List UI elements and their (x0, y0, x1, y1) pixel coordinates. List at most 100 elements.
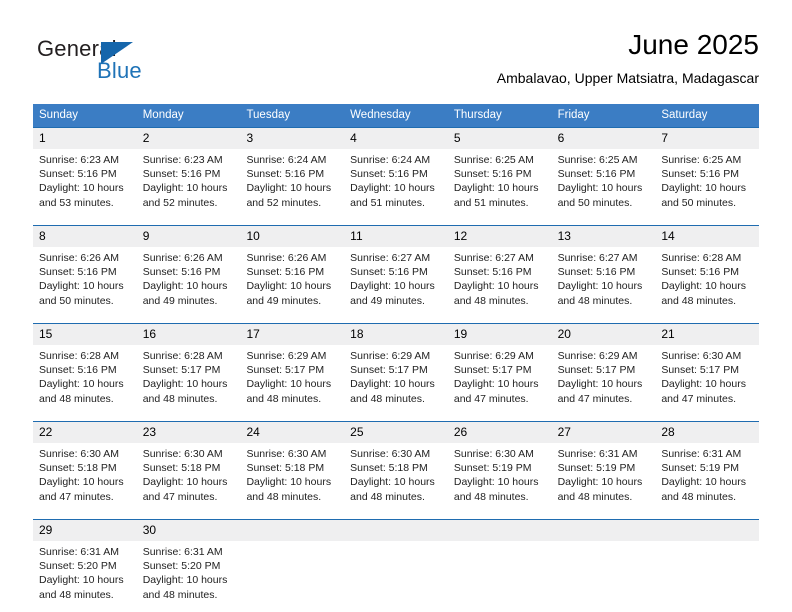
day-cell-16[interactable]: 16 Sunrise: 6:28 AM Sunset: 5:17 PM Dayligh… (136, 324, 241, 407)
day-details: Sunrise: 6:29 AM Sunset: 5:17 PM Daylight:… (448, 345, 552, 407)
sunset-text: Sunset: 5:18 PM (142, 462, 221, 475)
daylight-text: Daylight: 10 hours and 48 minutes. (453, 476, 539, 503)
day-cell-24[interactable]: 24 Sunrise: 6:30 AM Sunset: 5:18 PM Dayligh… (240, 422, 345, 505)
day-cell-14[interactable]: 14 Sunrise: 6:28 AM Sunset: 5:16 PM Dayligh… (655, 226, 760, 309)
weekday-header-monday: Monday (142, 109, 184, 121)
day-number: 25 (344, 422, 448, 443)
day-number: 30 (136, 520, 241, 541)
day-cell-28[interactable]: 28 Sunrise: 6:31 AM Sunset: 5:19 PM Dayligh… (655, 422, 760, 505)
day-details: Sunrise: 6:28 AM Sunset: 5:17 PM Daylight:… (137, 345, 241, 407)
daylight-text: Daylight: 10 hours and 51 minutes. (453, 182, 539, 209)
day-cell-11[interactable]: 11 Sunrise: 6:27 AM Sunset: 5:16 PM Dayligh… (344, 226, 448, 309)
general-blue-logo[interactable]: General Blue (37, 36, 207, 92)
day-cell-empty (655, 520, 760, 603)
sunrise-text: Sunrise: 6:27 AM (350, 252, 431, 264)
calendar-weeks: 1 Sunrise: 6:23 AM Sunset: 5:16 PM Daylight… (33, 127, 760, 603)
sunrise-text: Sunrise: 6:25 AM (557, 154, 638, 166)
day-details (344, 541, 448, 603)
daylight-text: Daylight: 10 hours and 48 minutes. (350, 378, 435, 405)
day-number: 23 (136, 422, 241, 443)
day-cell-19[interactable]: 19 Sunrise: 6:29 AM Sunset: 5:17 PM Dayligh… (447, 324, 552, 407)
sunrise-text: Sunrise: 6:31 AM (39, 546, 119, 558)
day-cell-5[interactable]: 5 Sunrise: 6:25 AM Sunset: 5:16 PM Daylight… (447, 128, 552, 211)
day-cell-20[interactable]: 20 Sunrise: 6:29 AM Sunset: 5:17 PM Dayligh… (551, 324, 656, 407)
sunrise-text: Sunrise: 6:29 AM (350, 350, 431, 362)
sunrise-text: Sunrise: 6:26 AM (39, 252, 119, 264)
sunrise-text: Sunrise: 6:29 AM (246, 350, 327, 362)
day-cell-9[interactable]: 9 Sunrise: 6:26 AM Sunset: 5:16 PM Daylight… (136, 226, 241, 309)
day-cell-12[interactable]: 12 Sunrise: 6:27 AM Sunset: 5:16 PM Dayligh… (447, 226, 552, 309)
sunrise-text: Sunrise: 6:31 AM (661, 448, 742, 460)
day-details: Sunrise: 6:29 AM Sunset: 5:17 PM Daylight:… (240, 345, 344, 407)
daylight-text: Daylight: 10 hours and 47 minutes. (142, 476, 228, 503)
sunset-text: Sunset: 5:17 PM (246, 364, 325, 377)
weekday-header-thursday: Thursday (453, 109, 502, 121)
sunset-text: Sunset: 5:16 PM (350, 168, 428, 181)
day-cell-29[interactable]: 29 Sunrise: 6:31 AM Sunset: 5:20 PM Dayligh… (33, 520, 137, 603)
sunrise-text: Sunrise: 6:27 AM (453, 252, 534, 264)
sunset-text: Sunset: 5:17 PM (142, 364, 221, 377)
day-details (552, 541, 656, 603)
sunset-text: Sunset: 5:17 PM (557, 364, 636, 377)
day-details: Sunrise: 6:23 AM Sunset: 5:16 PM Daylight:… (137, 149, 241, 211)
sunset-text: Sunset: 5:16 PM (557, 266, 636, 279)
day-number (344, 520, 448, 541)
page-subtitle: Ambalavao, Upper Matsiatra, Madagascar (496, 70, 759, 86)
day-cell-1[interactable]: 1 Sunrise: 6:23 AM Sunset: 5:16 PM Daylight… (33, 128, 137, 211)
sunrise-text: Sunrise: 6:28 AM (142, 350, 223, 362)
day-number: 29 (33, 520, 137, 541)
day-details: Sunrise: 6:25 AM Sunset: 5:16 PM Daylight:… (448, 149, 552, 211)
day-cell-2[interactable]: 2 Sunrise: 6:23 AM Sunset: 5:16 PM Daylight… (136, 128, 241, 211)
sunset-text: Sunset: 5:16 PM (39, 168, 117, 181)
day-cell-27[interactable]: 27 Sunrise: 6:31 AM Sunset: 5:19 PM Dayligh… (551, 422, 656, 505)
day-cell-7[interactable]: 7 Sunrise: 6:25 AM Sunset: 5:16 PM Daylight… (655, 128, 760, 211)
day-cell-8[interactable]: 8 Sunrise: 6:26 AM Sunset: 5:16 PM Daylight… (33, 226, 137, 309)
day-number: 24 (240, 422, 345, 443)
day-details: Sunrise: 6:30 AM Sunset: 5:18 PM Daylight:… (240, 443, 344, 505)
day-details: Sunrise: 6:27 AM Sunset: 5:16 PM Daylight:… (552, 247, 656, 309)
sunset-text: Sunset: 5:18 PM (246, 462, 325, 475)
weekday-header-saturday: Saturday (661, 109, 708, 121)
day-number: 18 (344, 324, 448, 345)
day-cell-15[interactable]: 15 Sunrise: 6:28 AM Sunset: 5:16 PM Dayligh… (33, 324, 137, 407)
sunrise-text: Sunrise: 6:29 AM (557, 350, 638, 362)
day-number: 19 (447, 324, 552, 345)
daylight-text: Daylight: 10 hours and 48 minutes. (142, 574, 228, 601)
day-cell-26[interactable]: 26 Sunrise: 6:30 AM Sunset: 5:19 PM Dayligh… (447, 422, 552, 505)
day-cell-21[interactable]: 21 Sunrise: 6:30 AM Sunset: 5:17 PM Dayligh… (655, 324, 760, 407)
sunrise-text: Sunrise: 6:29 AM (453, 350, 534, 362)
daylight-text: Daylight: 10 hours and 49 minutes. (142, 280, 228, 307)
day-number (240, 520, 345, 541)
day-details: Sunrise: 6:23 AM Sunset: 5:16 PM Daylight:… (33, 149, 137, 211)
day-details: Sunrise: 6:25 AM Sunset: 5:16 PM Daylight:… (655, 149, 759, 211)
day-cell-22[interactable]: 22 Sunrise: 6:30 AM Sunset: 5:18 PM Dayligh… (33, 422, 137, 505)
sunset-text: Sunset: 5:17 PM (350, 364, 428, 377)
calendar-week-row: 1 Sunrise: 6:23 AM Sunset: 5:16 PM Daylight… (33, 127, 760, 211)
day-number: 2 (136, 128, 241, 149)
daylight-text: Daylight: 10 hours and 48 minutes. (246, 378, 332, 405)
weekday-header-row: Sunday Monday Tuesday Wednesday Thursday Frid… (33, 104, 759, 127)
daylight-text: Daylight: 10 hours and 47 minutes. (661, 378, 746, 405)
day-cell-30[interactable]: 30 Sunrise: 6:31 AM Sunset: 5:20 PM Dayligh… (136, 520, 241, 603)
day-cell-17[interactable]: 17 Sunrise: 6:29 AM Sunset: 5:17 PM Dayligh… (240, 324, 345, 407)
day-cell-10[interactable]: 10 Sunrise: 6:26 AM Sunset: 5:16 PM Dayligh… (240, 226, 345, 309)
day-details: Sunrise: 6:30 AM Sunset: 5:19 PM Daylight:… (448, 443, 552, 505)
logo-text-blue: Blue (97, 58, 142, 83)
sunrise-text: Sunrise: 6:30 AM (661, 350, 742, 362)
daylight-text: Daylight: 10 hours and 48 minutes. (246, 476, 332, 503)
day-details (240, 541, 344, 603)
day-details: Sunrise: 6:30 AM Sunset: 5:17 PM Daylight:… (655, 345, 759, 407)
day-cell-23[interactable]: 23 Sunrise: 6:30 AM Sunset: 5:18 PM Dayligh… (136, 422, 241, 505)
day-cell-4[interactable]: 4 Sunrise: 6:24 AM Sunset: 5:16 PM Daylight… (344, 128, 448, 211)
day-cell-3[interactable]: 3 Sunrise: 6:24 AM Sunset: 5:16 PM Daylight… (240, 128, 345, 211)
day-number (447, 520, 552, 541)
day-cell-18[interactable]: 18 Sunrise: 6:29 AM Sunset: 5:17 PM Dayligh… (344, 324, 448, 407)
day-cell-25[interactable]: 25 Sunrise: 6:30 AM Sunset: 5:18 PM Dayligh… (344, 422, 448, 505)
sunrise-text: Sunrise: 6:31 AM (557, 448, 638, 460)
day-cell-13[interactable]: 13 Sunrise: 6:27 AM Sunset: 5:16 PM Dayligh… (551, 226, 656, 309)
day-number: 7 (655, 128, 760, 149)
day-cell-6[interactable]: 6 Sunrise: 6:25 AM Sunset: 5:16 PM Daylight… (551, 128, 656, 211)
day-details: Sunrise: 6:24 AM Sunset: 5:16 PM Daylight:… (240, 149, 344, 211)
sunrise-text: Sunrise: 6:30 AM (246, 448, 327, 460)
daylight-text: Daylight: 10 hours and 48 minutes. (661, 280, 746, 307)
